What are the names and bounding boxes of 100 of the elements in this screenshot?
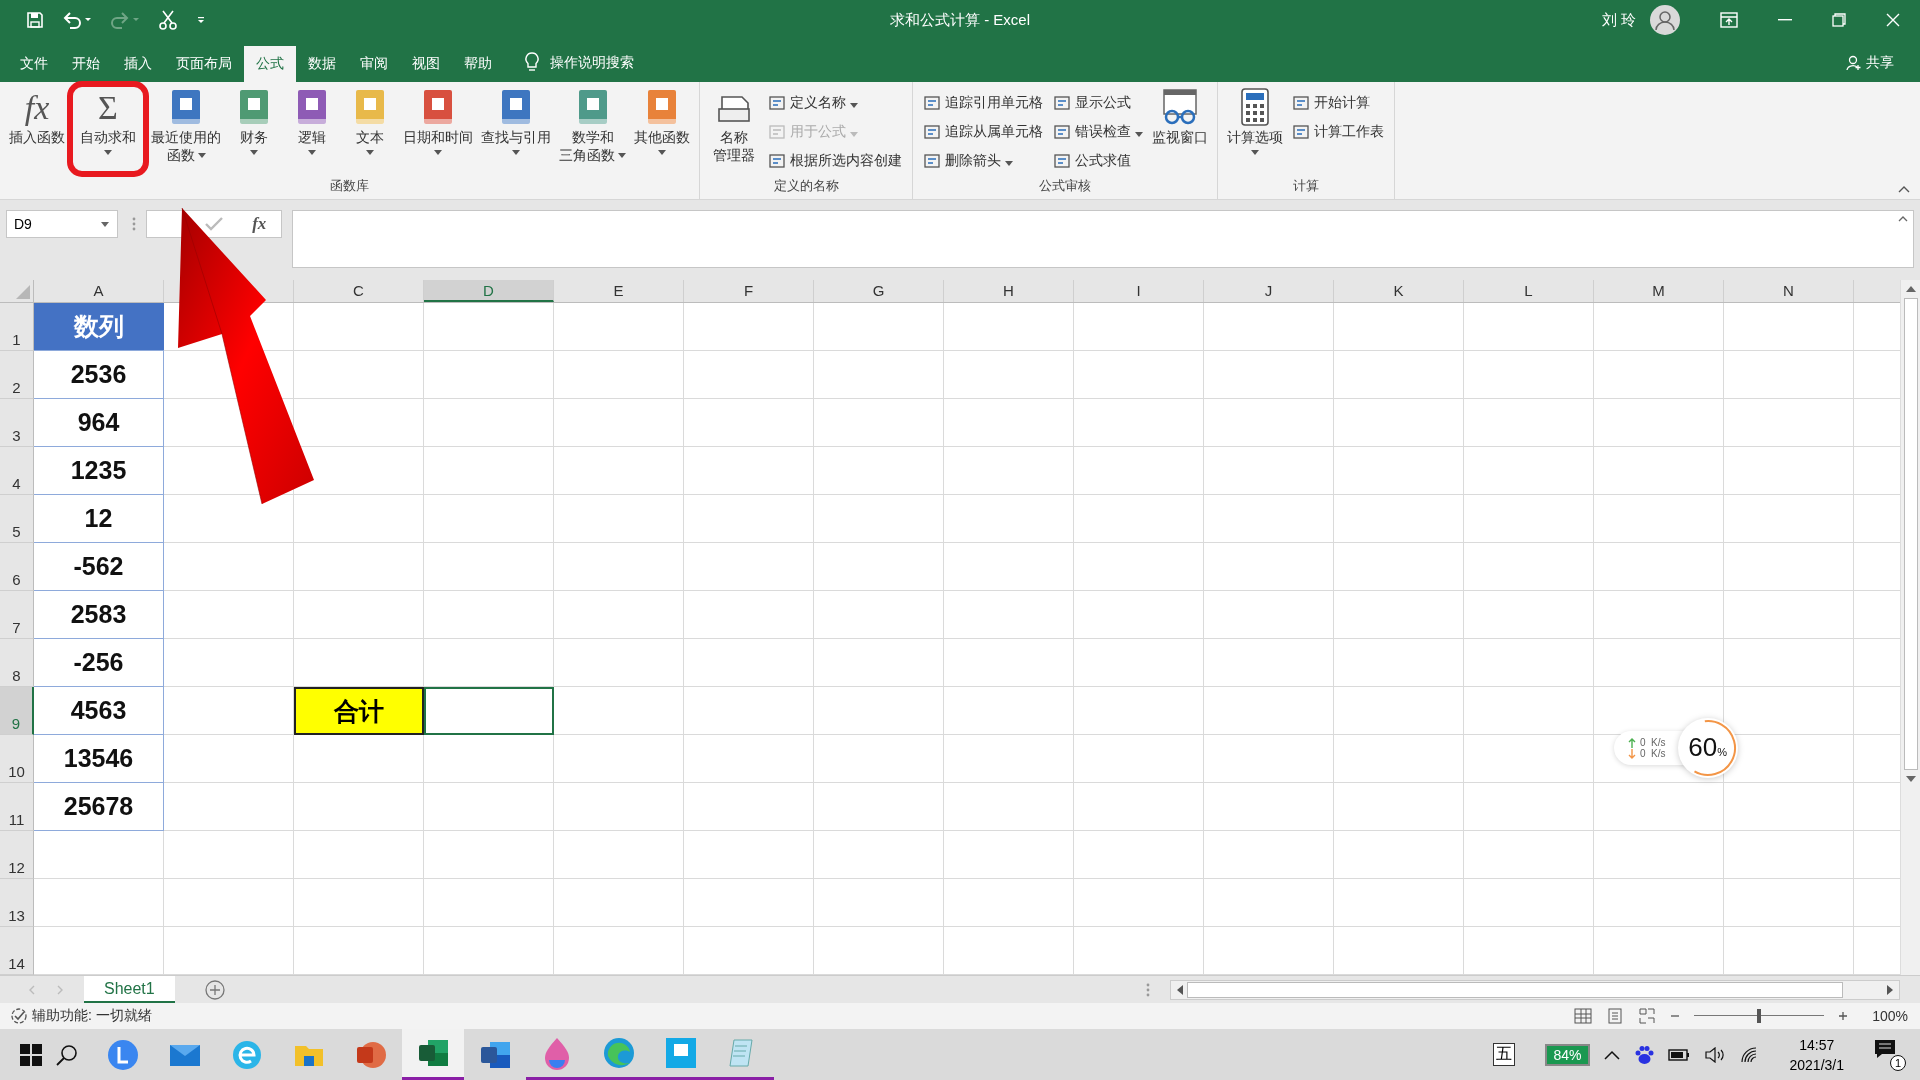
- input-method-indicator[interactable]: 五: [1493, 1043, 1516, 1066]
- ribbon-button[interactable]: fx 插入函数: [6, 84, 68, 174]
- ribbon-tab[interactable]: 开始: [60, 46, 112, 82]
- ribbon-tab[interactable]: 插入: [112, 46, 164, 82]
- row-header[interactable]: 11: [0, 783, 34, 831]
- restore-icon[interactable]: [1832, 13, 1846, 27]
- ribbon-button[interactable]: 查找与引用: [478, 84, 554, 174]
- row-header[interactable]: 8: [0, 639, 34, 687]
- scroll-up-icon[interactable]: [1905, 286, 1916, 292]
- horizontal-scrollbar[interactable]: [1170, 979, 1900, 1000]
- collapse-icon[interactable]: [1898, 216, 1908, 222]
- ribbon-button[interactable]: 追踪从属单元格: [923, 119, 1043, 145]
- row-header[interactable]: 9: [0, 687, 34, 735]
- ribbon-button[interactable]: 开始计算: [1292, 90, 1384, 116]
- check-icon[interactable]: [204, 217, 223, 231]
- column-header[interactable]: F: [684, 280, 814, 302]
- start-button[interactable]: [20, 1043, 42, 1066]
- row-header[interactable]: 4: [0, 447, 34, 495]
- ribbon-tab[interactable]: 帮助: [452, 46, 504, 82]
- ribbon-tab[interactable]: 数据: [296, 46, 348, 82]
- zoom-in-icon[interactable]: [1838, 1011, 1849, 1021]
- column-header[interactable]: L: [1464, 280, 1594, 302]
- ribbon-button[interactable]: Σ 自动求和: [70, 84, 146, 174]
- zoom-level[interactable]: 100%: [1872, 1008, 1908, 1024]
- ribbon-tab[interactable]: 页面布局: [164, 46, 244, 82]
- ribbon-button[interactable]: 计算工作表: [1292, 119, 1384, 145]
- row-header[interactable]: 14: [0, 927, 34, 975]
- column-header[interactable]: M: [1594, 280, 1724, 302]
- column-header[interactable]: A: [34, 280, 164, 302]
- column-header[interactable]: J: [1204, 280, 1334, 302]
- ribbon-button[interactable]: 错误检查: [1053, 119, 1143, 145]
- sheet-tab[interactable]: Sheet1: [84, 976, 175, 1003]
- ribbon-button[interactable]: 最近使用的 函数: [148, 84, 224, 174]
- row-header[interactable]: 13: [0, 879, 34, 927]
- page-break-icon[interactable]: [1638, 1008, 1657, 1024]
- battery-icon[interactable]: [1667, 1048, 1690, 1061]
- row-header[interactable]: 10: [0, 735, 34, 783]
- ribbon-button[interactable]: 根据所选内容创建: [768, 148, 902, 174]
- scroll-right-icon[interactable]: [1887, 984, 1893, 995]
- ribbon-button[interactable]: 文本: [342, 84, 398, 174]
- row-header[interactable]: 12: [0, 831, 34, 879]
- save-icon[interactable]: [26, 11, 44, 29]
- row-header[interactable]: 3: [0, 399, 34, 447]
- name-box[interactable]: D9: [6, 210, 118, 238]
- search-icon[interactable]: [56, 1043, 78, 1066]
- row-header[interactable]: 6: [0, 543, 34, 591]
- undo-icon[interactable]: [62, 11, 92, 29]
- vertical-scrollbar[interactable]: [1900, 280, 1920, 975]
- ribbon-button[interactable]: 监视窗口: [1149, 84, 1211, 174]
- ribbon-button[interactable]: 财务: [226, 84, 282, 174]
- ribbon-display-icon[interactable]: [1720, 12, 1738, 28]
- taskbar-button[interactable]: [402, 1029, 464, 1080]
- column-header[interactable]: H: [944, 280, 1074, 302]
- ribbon-button[interactable]: 计算选项: [1224, 84, 1286, 174]
- ribbon-button[interactable]: 追踪引用单元格: [923, 90, 1043, 116]
- column-header[interactable]: N: [1724, 280, 1854, 302]
- ribbon-button[interactable]: 定义名称: [768, 90, 902, 116]
- ribbon-button[interactable]: 逻辑: [284, 84, 340, 174]
- ribbon-button[interactable]: 日期和时间: [400, 84, 476, 174]
- tell-me-search[interactable]: 操作说明搜索: [550, 54, 634, 72]
- row-header[interactable]: 5: [0, 495, 34, 543]
- minimize-icon[interactable]: [1778, 19, 1792, 21]
- ribbon-tab[interactable]: 视图: [400, 46, 452, 82]
- ribbon-button[interactable]: 公式求值: [1053, 148, 1143, 174]
- collapse-icon[interactable]: [1898, 185, 1910, 193]
- scroll-down-icon[interactable]: [1905, 776, 1916, 782]
- paw-icon[interactable]: [1633, 1044, 1654, 1065]
- ribbon-button[interactable]: 显示公式: [1053, 90, 1143, 116]
- ribbon-tab[interactable]: 公式: [244, 46, 296, 82]
- active-cell[interactable]: [424, 687, 554, 735]
- status-text[interactable]: 辅助功能: 一切就绪: [32, 1007, 152, 1025]
- row-header[interactable]: 7: [0, 591, 34, 639]
- ribbon-button[interactable]: 其他函数: [631, 84, 693, 174]
- ribbon-button[interactable]: 删除箭头: [923, 148, 1043, 174]
- ribbon-tab[interactable]: 审阅: [348, 46, 400, 82]
- avatar-icon[interactable]: [1650, 5, 1680, 35]
- scroll-left-icon[interactable]: [1177, 984, 1183, 995]
- chevron-up-icon[interactable]: [1603, 1049, 1620, 1060]
- add-sheet-icon[interactable]: [204, 979, 225, 1000]
- column-header[interactable]: I: [1074, 280, 1204, 302]
- share-button[interactable]: 共享: [1866, 54, 1894, 72]
- column-header[interactable]: K: [1334, 280, 1464, 302]
- volume-icon[interactable]: [1703, 1046, 1726, 1063]
- row-header[interactable]: 1: [0, 303, 34, 351]
- normal-view-icon[interactable]: [1574, 1008, 1593, 1024]
- column-header[interactable]: G: [814, 280, 944, 302]
- accessibility-icon[interactable]: [10, 1007, 28, 1025]
- insert-function-button[interactable]: fx: [252, 214, 267, 234]
- customize-icon[interactable]: [196, 15, 206, 25]
- battery-indicator[interactable]: 84%: [1545, 1043, 1590, 1066]
- ribbon-button[interactable]: 名称 管理器: [706, 84, 762, 174]
- lightbulb-icon[interactable]: [524, 52, 540, 72]
- cut-icon[interactable]: [158, 10, 178, 30]
- column-header[interactable]: D: [424, 280, 554, 302]
- formula-input[interactable]: [292, 210, 1914, 268]
- clock[interactable]: 14:57 2021/3/1: [1789, 1034, 1844, 1075]
- column-header[interactable]: E: [554, 280, 684, 302]
- close-icon[interactable]: [1886, 13, 1900, 27]
- ribbon-button[interactable]: 数学和 三角函数: [556, 84, 629, 174]
- row-header[interactable]: 2: [0, 351, 34, 399]
